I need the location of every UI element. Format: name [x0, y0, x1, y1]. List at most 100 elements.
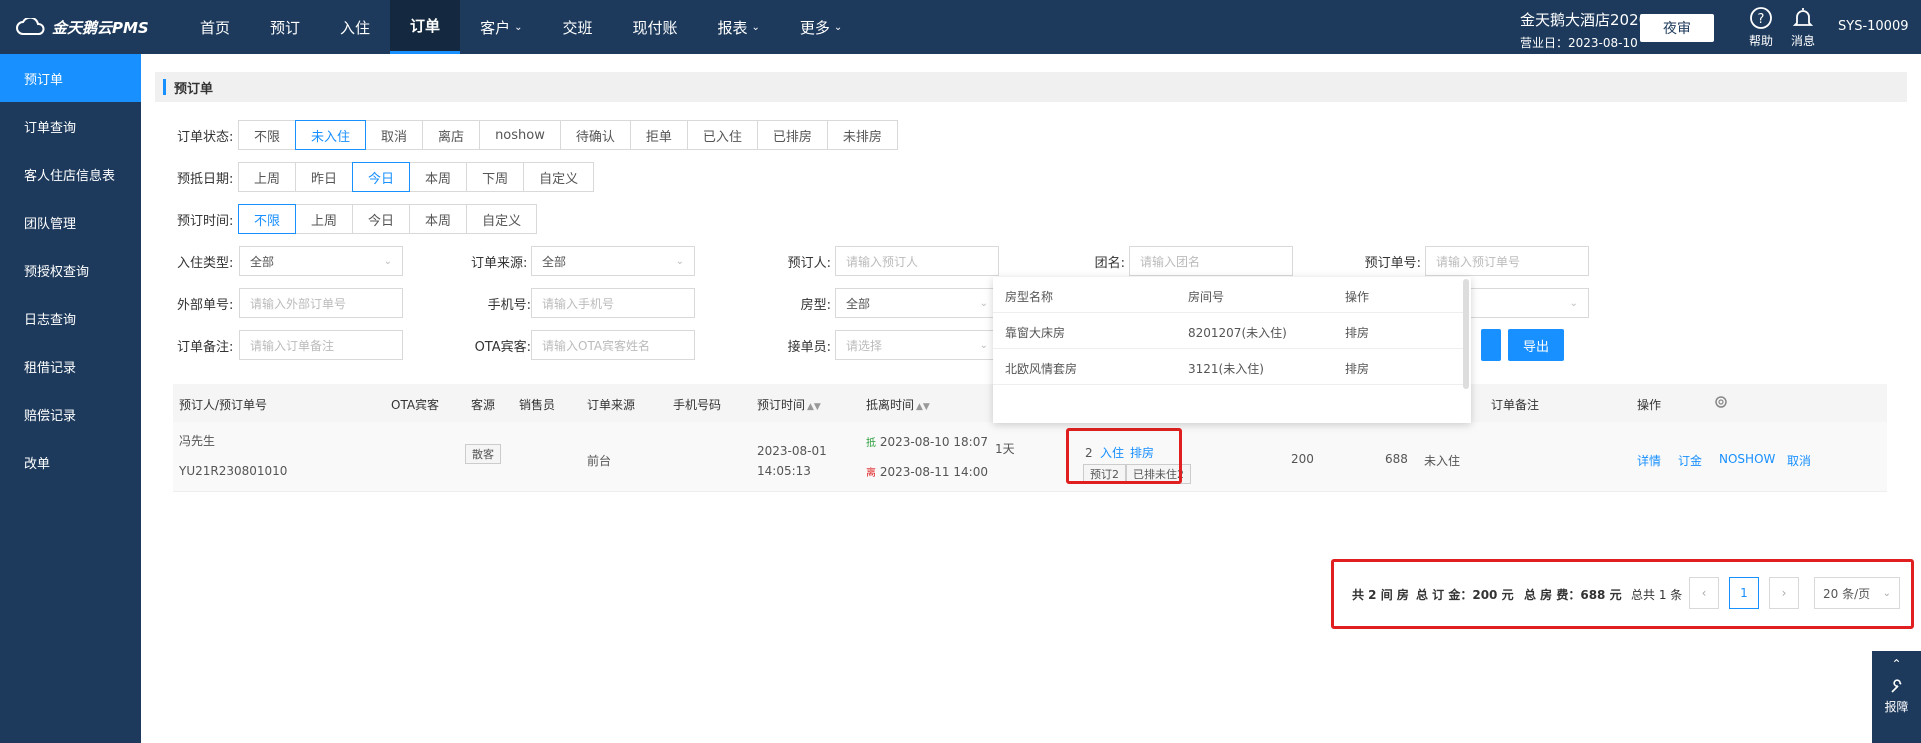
detail-link[interactable]: 详情 [1637, 452, 1661, 469]
sidebar-item-label: 订单查询 [24, 120, 77, 136]
user-id[interactable]: SYS-10009 [1838, 19, 1909, 34]
arrival-option[interactable]: 下周 [466, 162, 525, 192]
order-source-select[interactable]: 全部 ⌄ [531, 246, 695, 276]
top-bar: 金天鹅云PMS 首页 预订 入住 订单 客户 ⌄ 交班 现付账 报表 ⌄ 更多 ⌄ 金… [0, 0, 1921, 54]
export-button[interactable]: 导出 [1508, 329, 1564, 361]
pop-assign-link[interactable]: 排房 [1345, 360, 1369, 377]
arrival-option[interactable]: 昨日 [295, 162, 354, 192]
night-audit-button[interactable]: 夜审 [1640, 14, 1714, 42]
sidebar-item-group[interactable]: 团队管理 [0, 198, 141, 246]
status-option[interactable]: 拒单 [629, 120, 688, 150]
phone-input[interactable]: 请输入手机号 [531, 288, 695, 318]
status-option[interactable]: 已排房 [756, 120, 828, 150]
sidebar-item-modify-order[interactable]: 改单 [0, 438, 141, 486]
booking-option[interactable]: 上周 [295, 204, 354, 234]
nav-cash-account[interactable]: 现付账 [612, 0, 697, 54]
help-button[interactable]: ? 帮助 [1741, 6, 1781, 49]
pop-col-op: 操作 [1345, 290, 1370, 304]
status-option[interactable]: 不限 [238, 120, 297, 150]
sidebar-item-logs[interactable]: 日志查询 [0, 294, 141, 342]
status-option[interactable]: 取消 [365, 120, 424, 150]
sidebar-item-compensation[interactable]: 赔偿记录 [0, 390, 141, 438]
noshow-link[interactable]: NOSHOW [1719, 452, 1775, 466]
ota-guest-label: OTA宾客: [474, 339, 531, 355]
col-book-time[interactable]: 预订时间 ▲▼ [757, 396, 821, 413]
status-option[interactable]: 离店 [422, 120, 481, 150]
col-arrive-time[interactable]: 抵离时间 ▲▼ [866, 396, 930, 413]
page-size-select[interactable]: 20 条/页 ⌄ [1814, 577, 1900, 609]
table-row[interactable]: 冯先生 YU21R230801010 散客 前台 2023-08-01 14:0… [173, 422, 1887, 492]
popover-header: 房型名称 房间号 操作 [993, 277, 1463, 313]
page-size-value: 20 条/页 [1823, 586, 1871, 601]
remark-field: 订单备注: 请输入订单备注 [177, 330, 403, 360]
sidebar-item-order-query[interactable]: 订单查询 [0, 102, 141, 150]
booking-filter-label: 预订时间: [177, 213, 234, 229]
sidebar-item-booking-orders[interactable]: 预订单 [0, 54, 141, 102]
col-sales: 销售员 [519, 398, 556, 412]
nav-home[interactable]: 首页 [180, 0, 250, 54]
room-type-select[interactable]: 全部 ⌄ [835, 288, 999, 318]
sidebar-item-rental[interactable]: 租借记录 [0, 342, 141, 390]
arrival-option[interactable]: 本周 [409, 162, 468, 192]
cancel-link[interactable]: 取消 [1787, 452, 1811, 469]
report-issue-button[interactable]: 报障 [1872, 679, 1921, 715]
next-page-button[interactable]: › [1769, 577, 1799, 609]
sidebar-item-guest-info[interactable]: 客人住店信息表 [0, 150, 141, 198]
group-name-input[interactable]: 请输入团名 [1129, 246, 1293, 276]
status-segment: 不限 未入住 取消 离店 noshow 待确认 拒单 已入住 已排房 未排房 [238, 120, 898, 150]
book-time: 14:05:13 [757, 464, 811, 478]
nav-shift[interactable]: 交班 [542, 0, 612, 54]
pop-assign-link[interactable]: 排房 [1345, 324, 1369, 341]
nav-checkin[interactable]: 入住 [320, 0, 390, 54]
status-option[interactable]: 未入住 [295, 120, 367, 150]
booker-input[interactable]: 请输入预订人 [835, 246, 999, 276]
booking-no-input[interactable]: 请输入预订单号 [1425, 246, 1589, 276]
page-button[interactable]: 1 [1729, 577, 1759, 609]
nav-reports[interactable]: 报表 ⌄ [698, 0, 780, 54]
sidebar-item-label: 改单 [24, 456, 51, 472]
book-date: 2023-08-01 [757, 444, 827, 458]
nav-customers[interactable]: 客户 ⌄ [460, 0, 542, 54]
remark-input[interactable]: 请输入订单备注 [239, 330, 403, 360]
sidebar-item-preauth[interactable]: 预授权查询 [0, 246, 141, 294]
app-logo[interactable]: 金天鹅云PMS [16, 16, 149, 38]
booking-option[interactable]: 今日 [352, 204, 411, 234]
gear-icon[interactable] [1713, 394, 1729, 413]
checkin-type-select[interactable]: 全部 ⌄ [239, 246, 403, 276]
receiver-select[interactable]: 请选择 ⌄ [835, 330, 999, 360]
page-title: 预订单 [155, 72, 1907, 102]
popover-scrollbar[interactable] [1463, 279, 1469, 389]
bell-icon [1792, 8, 1814, 26]
prev-page-button[interactable]: ‹ [1689, 577, 1719, 609]
highlight-box [1066, 428, 1182, 484]
order-source-field: 订单来源: 全部 ⌄ [471, 246, 695, 276]
booking-option[interactable]: 不限 [238, 204, 297, 234]
chevron-down-icon: ⌄ [751, 21, 760, 33]
main-content: 预订单 订单状态: 不限 未入住 取消 离店 noshow 待确认 拒单 已入住… [141, 54, 1921, 743]
arrival-option[interactable]: 今日 [352, 162, 411, 192]
deposit-link[interactable]: 订金 [1678, 452, 1702, 469]
booking-option[interactable]: 自定义 [466, 204, 538, 234]
receiver-field: 接单员: 请选择 ⌄ [773, 330, 999, 360]
arrival-segment: 上周 昨日 今日 本周 下周 自定义 [238, 162, 595, 192]
chevron-up-icon[interactable]: ⌃ [1872, 651, 1921, 671]
search-button[interactable] [1481, 329, 1501, 361]
status-option[interactable]: noshow [479, 120, 561, 150]
nav-more[interactable]: 更多 ⌄ [780, 0, 862, 54]
arrival-option[interactable]: 自定义 [523, 162, 595, 192]
room-type-field: 房型: 全部 ⌄ [773, 288, 999, 318]
status-option[interactable]: 已入住 [686, 120, 758, 150]
pop-room-no: 8201207(未入住) [1188, 326, 1287, 340]
status-option[interactable]: 未排房 [826, 120, 898, 150]
booking-option[interactable]: 本周 [409, 204, 468, 234]
messages-button[interactable]: 消息 [1783, 6, 1823, 49]
arrival-option[interactable]: 上周 [238, 162, 297, 192]
external-no-input[interactable]: 请输入外部订单号 [239, 288, 403, 318]
status-option[interactable]: 待确认 [559, 120, 631, 150]
ota-guest-input[interactable]: 请输入OTA宾客姓名 [531, 330, 695, 360]
booking-no-label: 预订单号: [1364, 255, 1421, 271]
nav-booking[interactable]: 预订 [250, 0, 320, 54]
leave-value: 2023-08-11 14:00 [879, 465, 988, 479]
total-count: 总共 1 条 [1631, 588, 1683, 602]
nav-orders[interactable]: 订单 [390, 0, 461, 54]
